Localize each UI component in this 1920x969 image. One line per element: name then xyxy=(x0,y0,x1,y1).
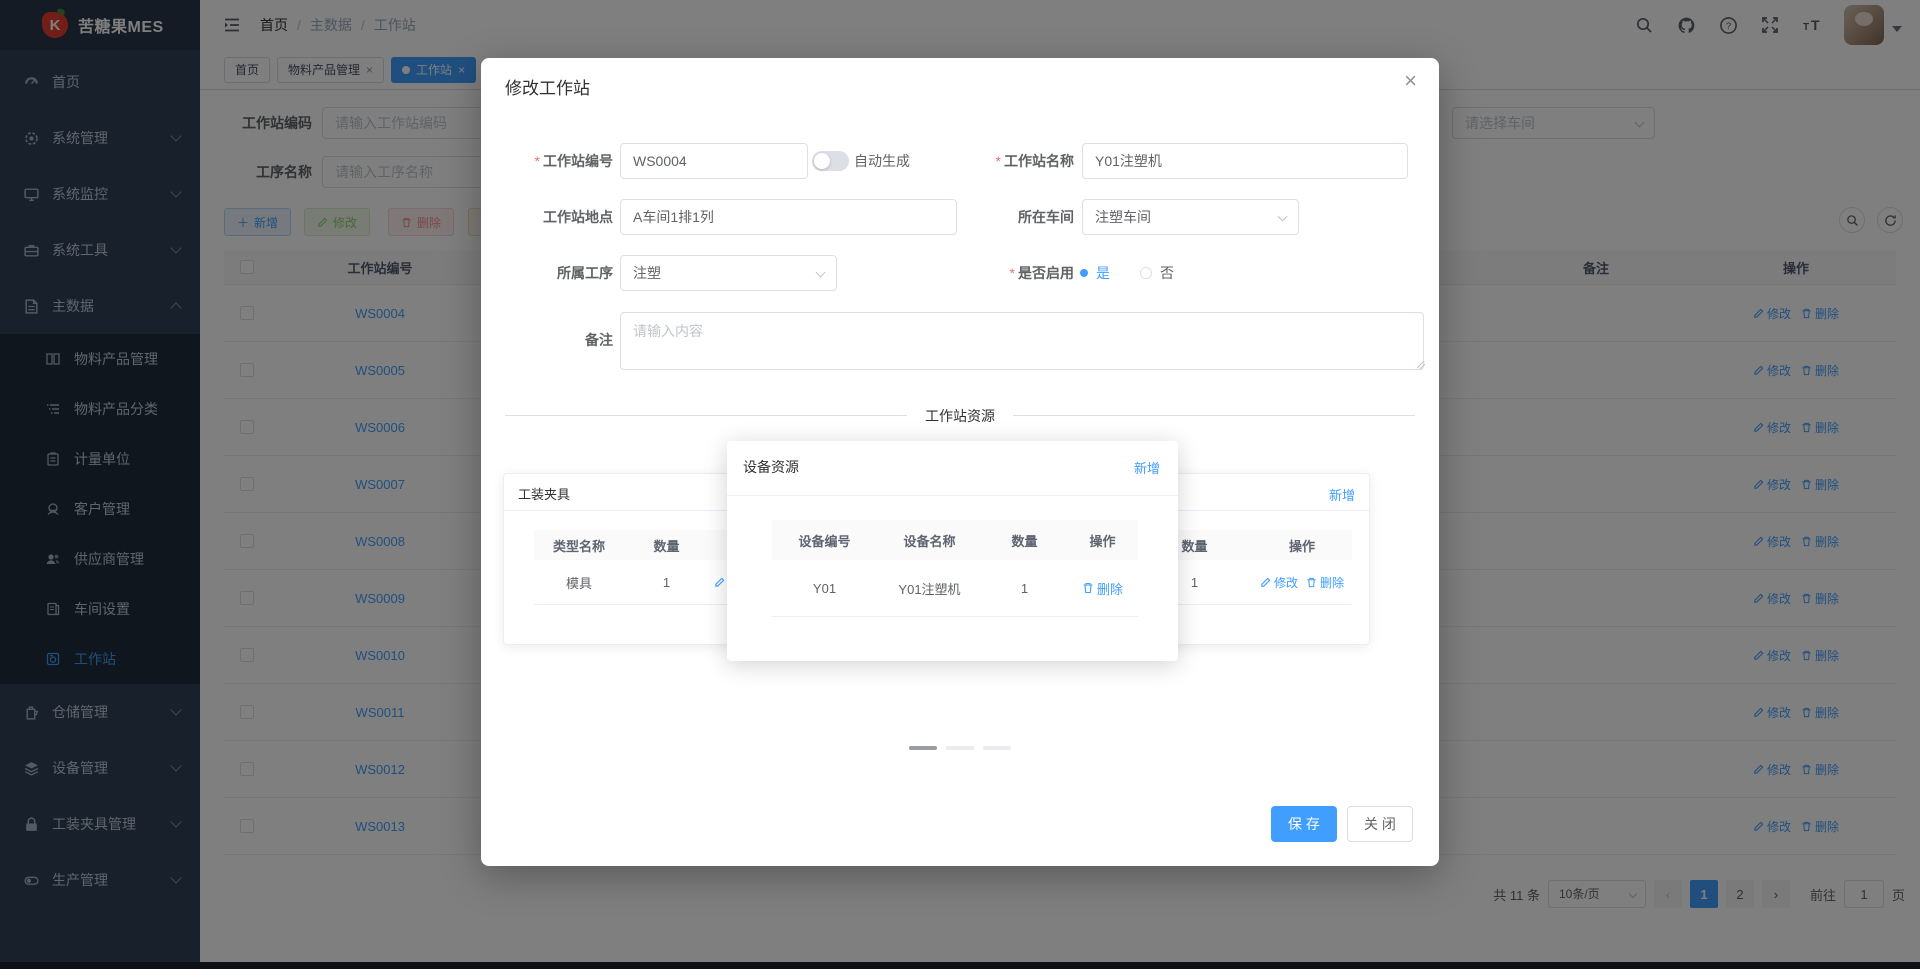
process-label: 所属工序 xyxy=(557,265,613,281)
code-input[interactable] xyxy=(620,143,808,179)
dialog-title: 修改工作站 xyxy=(505,79,590,98)
radio-no[interactable]: 否 xyxy=(1140,263,1174,283)
carousel-indicators xyxy=(481,746,1439,750)
enable-label: * 是否启用 xyxy=(1009,265,1074,281)
name-label: * 工作站名称 xyxy=(995,153,1074,169)
close-button[interactable]: 关 闭 xyxy=(1347,806,1413,842)
extra-header-action: 操作 xyxy=(1288,538,1315,554)
radio-checked-icon xyxy=(1080,269,1088,277)
chevron-down-icon xyxy=(1277,211,1288,222)
device-header-code: 设备编号 xyxy=(798,533,851,549)
fixture-header-qty: 数量 xyxy=(653,538,680,554)
extra-add-link[interactable]: 新增 xyxy=(1329,485,1355,504)
carousel-dot-1[interactable] xyxy=(909,746,937,750)
carousel-dot-2[interactable] xyxy=(946,746,974,750)
device-delete-link[interactable]: 删除 xyxy=(1082,579,1123,598)
device-qty: 1 xyxy=(1020,580,1029,596)
extra-delete-link[interactable]: 删除 xyxy=(1306,574,1344,591)
enable-radio-group: 是 否 xyxy=(1080,255,1174,291)
edit-workstation-dialog: 修改工作站 × *工作站编号 自动生成 *工作站名称 工作站地点 所在车间 注塑… xyxy=(481,58,1439,866)
extra-edit-link[interactable]: 修改 xyxy=(1260,574,1298,591)
name-input[interactable] xyxy=(1082,143,1408,179)
process-select[interactable]: 注塑 xyxy=(620,255,837,291)
save-button[interactable]: 保 存 xyxy=(1271,806,1337,842)
device-resource-card: 设备资源 新增 设备编号 设备名称 数量 操作 Y01 Y01注塑机 1 删除 xyxy=(727,441,1178,661)
resize-grip-icon[interactable] xyxy=(1417,361,1425,369)
workshop-select[interactable]: 注塑车间 xyxy=(1082,199,1299,235)
device-header-name: 设备名称 xyxy=(903,533,956,549)
radio-yes[interactable]: 是 xyxy=(1080,263,1110,283)
device-card-title: 设备资源 xyxy=(743,459,799,475)
remark-textarea[interactable] xyxy=(620,312,1424,370)
location-label: 工作站地点 xyxy=(543,209,613,225)
device-header-action: 操作 xyxy=(1089,533,1116,549)
fixture-qty: 1 xyxy=(662,574,671,590)
dialog-close-icon[interactable]: × xyxy=(1404,70,1417,92)
chevron-down-icon xyxy=(815,267,826,278)
code-label: * 工作站编号 xyxy=(534,153,613,169)
fixture-card-title: 工装夹具 xyxy=(518,487,571,502)
fixture-header-type: 类型名称 xyxy=(552,538,605,554)
device-table: 设备编号 设备名称 数量 操作 Y01 Y01注塑机 1 删除 xyxy=(772,520,1138,617)
fixture-type: 模具 xyxy=(565,575,592,591)
device-row: Y01 Y01注塑机 1 删除 xyxy=(772,560,1138,617)
required-asterisk: * xyxy=(995,153,1001,169)
radio-unchecked-icon xyxy=(1140,267,1152,279)
device-header-qty: 数量 xyxy=(1011,533,1038,549)
carousel-dot-3[interactable] xyxy=(983,746,1011,750)
required-asterisk: * xyxy=(534,153,540,169)
device-name: Y01注塑机 xyxy=(898,581,961,597)
remark-label: 备注 xyxy=(585,332,613,348)
workshop-label: 所在车间 xyxy=(1018,209,1074,225)
resource-divider: 工作站资源 xyxy=(505,406,1415,426)
required-asterisk: * xyxy=(1009,265,1015,281)
device-code: Y01 xyxy=(812,580,837,596)
device-add-link[interactable]: 新增 xyxy=(1134,458,1160,477)
